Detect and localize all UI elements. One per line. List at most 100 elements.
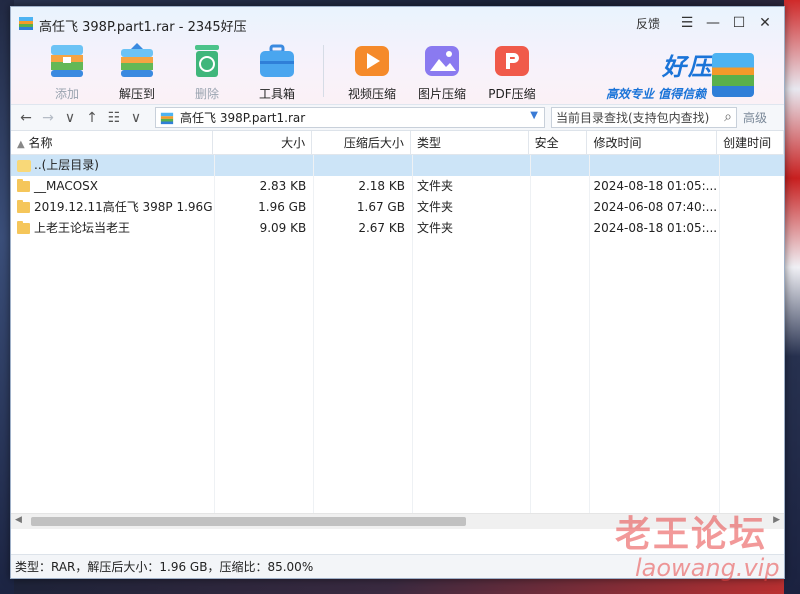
- toolbox-label: 工具箱: [258, 87, 295, 101]
- app-window: 高任飞 398P.part1.rar - 2345好压 反馈 ☰ — ☐ ✕ 添…: [10, 6, 785, 579]
- feedback-link[interactable]: 反馈: [636, 15, 660, 32]
- image-compress-label: 图片压缩: [417, 87, 466, 101]
- column-divider: [214, 155, 215, 529]
- file-created: [717, 218, 784, 239]
- add-label: 添加: [54, 87, 79, 101]
- image-icon: [425, 46, 459, 76]
- scroll-right-icon[interactable]: ▶: [773, 515, 780, 525]
- path-text: 高任飞 398P.part1.rar: [180, 111, 306, 125]
- column-header-packed[interactable]: 压缩后大小: [312, 131, 411, 155]
- column-divider: [719, 155, 720, 529]
- title-bar: 高任飞 398P.part1.rar - 2345好压 反馈 ☰ — ☐ ✕ 添…: [11, 7, 784, 105]
- file-size: 9.09 KB: [259, 221, 307, 235]
- up-arrow-icon[interactable]: ↑: [81, 107, 103, 129]
- view-mode-icon[interactable]: ☷: [103, 107, 125, 129]
- forward-arrow-icon[interactable]: →: [37, 107, 59, 129]
- search-icon[interactable]: ⌕: [724, 109, 732, 125]
- file-size: 1.96 GB: [258, 200, 307, 214]
- view-dropdown-icon[interactable]: ∨: [125, 107, 147, 129]
- video-compress-label: 视频压缩: [347, 87, 396, 101]
- file-name: __MACOSX: [34, 179, 99, 193]
- archive-add-icon: [51, 45, 83, 77]
- back-arrow-icon[interactable]: ←: [15, 107, 37, 129]
- parent-dir-row[interactable]: ..(上层目录): [11, 155, 784, 176]
- pdf-compress-label: PDF压缩: [488, 87, 536, 101]
- navigation-bar: ← → ∨ ↑ ☷ ∨ 高任飞 398P.part1.rar ▼ 当前目录查找(…: [11, 105, 784, 131]
- table-row[interactable]: 2019.12.11高任飞 398P 1.96G 1.96 GB 1.67 GB…: [11, 197, 784, 218]
- recycle-icon: [195, 45, 219, 77]
- file-size: 2.83 KB: [259, 179, 307, 193]
- search-placeholder: 当前目录查找(支持包内查找): [556, 111, 710, 125]
- column-header-size[interactable]: 大小: [213, 131, 313, 155]
- parent-folder-icon: [17, 159, 31, 172]
- watermark-title: 老王论坛: [615, 514, 768, 555]
- watermark-url: laowang.vip: [635, 554, 780, 582]
- toolbox-button[interactable]: 工具箱: [243, 41, 311, 102]
- window-controls: 反馈 ☰ — ☐ ✕: [636, 13, 778, 33]
- column-divider: [530, 155, 531, 529]
- scroll-left-icon[interactable]: ◀: [15, 515, 22, 525]
- advanced-search-link[interactable]: 高级: [743, 109, 767, 126]
- menu-icon[interactable]: ☰: [674, 13, 700, 33]
- delete-button[interactable]: 删除: [173, 41, 241, 102]
- file-packed-size: 2.18 KB: [358, 179, 405, 193]
- close-button[interactable]: ✕: [752, 13, 778, 33]
- delete-label: 删除: [194, 87, 219, 101]
- main-toolbar: 添加 解压到 删除 工具箱 视频压缩 图片压缩 PDF压缩: [33, 41, 548, 102]
- brand-name: 好压: [662, 53, 714, 81]
- folder-icon: [17, 221, 30, 234]
- table-row[interactable]: 上老王论坛当老王 9.09 KB 2.67 KB 文件夹 2024-08-18 …: [11, 218, 784, 239]
- scrollbar-thumb[interactable]: [31, 517, 466, 526]
- extract-button[interactable]: 解压到: [103, 41, 171, 102]
- file-security: [529, 197, 588, 218]
- file-created: [717, 176, 784, 197]
- column-header-modified[interactable]: 修改时间: [587, 131, 718, 155]
- image-compress-button[interactable]: 图片压缩: [408, 41, 476, 102]
- column-divider: [313, 155, 314, 529]
- path-field[interactable]: 高任飞 398P.part1.rar ▼: [155, 107, 545, 128]
- extract-label: 解压到: [118, 87, 155, 101]
- column-header-created[interactable]: 创建时间: [717, 131, 784, 155]
- toolbox-icon: [260, 44, 294, 77]
- history-dropdown-icon[interactable]: ∨: [59, 107, 81, 129]
- file-created: [717, 197, 784, 218]
- table-header: ▲ 名称 大小 压缩后大小 类型 安全 修改时间 创建时间: [11, 131, 784, 155]
- column-header-type[interactable]: 类型: [411, 131, 529, 155]
- brand-logo: 好压 高效专业 值得信赖: [604, 47, 754, 102]
- brand-box-icon: [712, 53, 754, 97]
- path-dropdown-icon[interactable]: ▼: [530, 110, 538, 121]
- toolbar-separator: [323, 45, 324, 97]
- brand-slogan: 高效专业 值得信赖: [606, 87, 707, 101]
- file-security: [529, 218, 588, 239]
- file-type: 文件夹: [416, 179, 453, 193]
- column-header-name[interactable]: ▲ 名称: [11, 131, 214, 155]
- pdf-icon: [495, 46, 529, 76]
- window-title: 高任飞 398P.part1.rar - 2345好压: [39, 20, 247, 35]
- file-list: ▲ 名称 大小 压缩后大小 类型 安全 修改时间 创建时间 ..(上层目录) _…: [11, 131, 784, 529]
- folder-icon: [17, 179, 30, 192]
- file-packed-size: 1.67 GB: [356, 200, 405, 214]
- background-right: [784, 0, 800, 594]
- app-icon: [19, 17, 33, 30]
- video-compress-button[interactable]: 视频压缩: [338, 41, 406, 102]
- extract-icon: [121, 43, 153, 77]
- pdf-compress-button[interactable]: PDF压缩: [478, 41, 546, 102]
- add-button[interactable]: 添加: [33, 41, 101, 102]
- file-security: [529, 176, 588, 197]
- column-divider: [589, 155, 590, 529]
- maximize-button[interactable]: ☐: [726, 13, 752, 33]
- file-type: 文件夹: [416, 200, 453, 214]
- sort-up-icon: ▲: [17, 139, 25, 150]
- file-name: 2019.12.11高任飞 398P 1.96G: [34, 200, 213, 214]
- parent-dir-label: ..(上层目录): [34, 158, 99, 172]
- file-modified: 2024-06-08 07:40:...: [593, 200, 718, 214]
- search-input[interactable]: 当前目录查找(支持包内查找) ⌕: [551, 107, 737, 128]
- column-divider: [412, 155, 413, 529]
- minimize-button[interactable]: —: [700, 13, 726, 33]
- table-row[interactable]: __MACOSX 2.83 KB 2.18 KB 文件夹 2024-08-18 …: [11, 176, 784, 197]
- column-header-security[interactable]: 安全: [529, 131, 588, 155]
- file-name: 上老王论坛当老王: [34, 221, 131, 235]
- file-modified: 2024-08-18 01:05:...: [593, 179, 718, 193]
- file-modified: 2024-08-18 01:05:...: [593, 221, 718, 235]
- file-type: 文件夹: [416, 221, 453, 235]
